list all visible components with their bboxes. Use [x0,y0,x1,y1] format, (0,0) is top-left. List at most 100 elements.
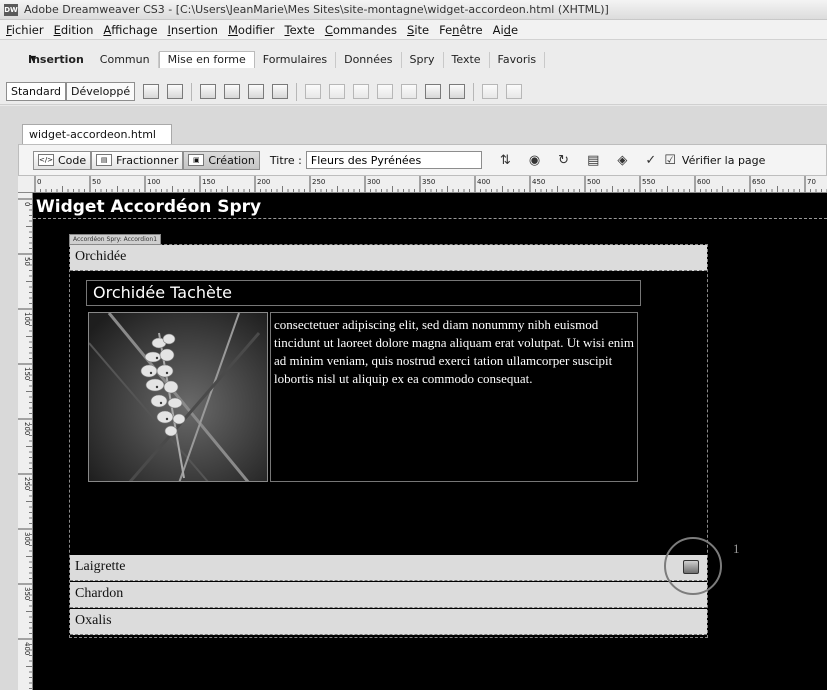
menu-mnemonic: M [227,22,238,37]
check-page-icon[interactable]: ☑ [664,153,676,168]
insert-tab[interactable]: Spry [402,52,444,68]
menu-text: ffichage [111,22,158,37]
split-view-button[interactable]: ▤ Fractionner [91,150,184,170]
split-icon: ▤ [96,154,113,166]
horizontal-ruler: 0 50 100 150 200 250 300 350 400 450 500 550 600 650 7… [18,176,827,193]
extended-mode-button[interactable]: Développé [66,82,136,101]
ruler-label: 250 [312,178,325,186]
menu-bar: Fichier Edition Affichage Insertion Modifier… [0,20,827,39]
insert-column-right-icon[interactable] [377,84,394,99]
menu-item[interactable]: Site [403,23,435,37]
page-heading[interactable]: Widget Accordéon Spry [36,197,261,217]
menu-item[interactable]: Affichage [99,23,163,37]
menu-text: ite [414,22,430,37]
menu-item[interactable]: Texte [280,23,320,37]
ruler-label: 550 [642,178,655,186]
ruler-label: 500 [587,178,600,186]
menu-item[interactable]: Fichier [2,23,50,37]
panel-heading[interactable]: Orchidée Tachète [86,280,641,306]
accordion-tab-orchidee[interactable]: Orchidée [70,245,707,271]
standard-view-icon[interactable] [482,84,499,99]
insert-column-left-icon[interactable] [353,84,370,99]
ruler-label: 300 [367,178,380,186]
menu-text: Fe [439,22,453,37]
vertical-ruler: 0 50 100 150 200 250 300 350 400 [18,193,33,690]
design-view-label: Création [208,153,255,167]
insert-tab[interactable]: Favoris [490,52,546,68]
horizontal-ruler-ticks: 0 50 100 150 200 250 300 350 400 450 500 550 600 650 7… [34,176,827,192]
window-title-bar: DW Adobe Dreamweaver CS3 - [C:\Users\Jea… [0,0,827,20]
ruler-label: 70 [807,178,816,186]
insert-panel-label: Insertion [28,53,84,66]
menu-item[interactable]: Commandes [321,23,403,37]
menu-text: ichier [11,22,44,37]
insert-row-below-icon[interactable] [329,84,346,99]
insert-tab[interactable]: Données [336,52,402,68]
panel-body-text[interactable]: consectetuer adipiscing elit, sed diam n… [274,316,636,388]
file-management-icon[interactable]: ⇅ [500,153,511,168]
frames-dropdown-icon[interactable] [449,84,466,99]
layout-table-icon[interactable] [167,84,184,99]
standard-mode-button[interactable]: Standard [6,82,67,101]
callout-circle [664,537,722,595]
view-options-icon[interactable]: ▤ [587,153,599,168]
draw-layer-icon[interactable] [272,84,289,99]
design-view-button[interactable]: ▣ Création [183,150,260,170]
frames-icon[interactable] [425,84,442,99]
block-outline [33,218,827,219]
insert-panel: ▼ Insertion Commun Mise en forme Formulair… [0,39,827,79]
document-toolbar: </> Code ▤ Fractionner ▣ Création Titre … [18,144,827,176]
menu-text: être [459,22,483,37]
visual-aids-icon[interactable]: ◈ [617,153,627,168]
menu-text: ommandes [332,22,398,37]
toolbar-separator [191,82,193,101]
insert-tab[interactable]: Texte [444,52,490,68]
insert-toolbar: Standard Développé [0,79,827,105]
ruler-label: 650 [752,178,765,186]
code-icon: </> [38,154,54,166]
split-view-label: Fractionner [116,153,179,167]
ruler-label: 350 [422,178,435,186]
preview-browser-icon[interactable]: ◉ [529,153,540,168]
layout-cell-icon[interactable] [248,84,265,99]
insert-tab[interactable]: Commun [92,52,159,68]
menu-item[interactable]: Edition [50,23,100,37]
menu-text: exte [289,22,315,37]
menu-item[interactable]: Aide [489,23,524,37]
merge-cells-icon[interactable] [401,84,418,99]
accordion-tab-oxalis[interactable]: Oxalis [70,609,707,635]
accordion-tab-laigrette[interactable]: Laigrette [70,555,707,581]
toolbar-separator [296,82,298,101]
document-tab[interactable]: widget-accordeon.html [22,124,172,144]
ruler-label: 600 [697,178,710,186]
ruler-label: 200 [257,178,270,186]
accordion-tab-chardon[interactable]: Chardon [70,582,707,608]
code-view-button[interactable]: </> Code [33,150,92,170]
refresh-icon[interactable]: ↻ [558,153,569,168]
window-title: Adobe Dreamweaver CS3 - [C:\Users\JeanMa… [24,3,609,16]
div-tag-icon[interactable] [200,84,217,99]
table-icon[interactable] [143,84,160,99]
check-page-label[interactable]: Vérifier la page [682,154,766,167]
orchid-image [89,313,267,481]
insert-panel-tabs: Insertion Commun Mise en forme Formulaires… [0,50,546,68]
design-icon: ▣ [188,154,205,166]
menu-item[interactable]: Insertion [163,23,224,37]
insert-tab[interactable]: Formulaires [255,52,337,68]
ruler-label: 450 [532,178,545,186]
ruler-label: 150 [202,178,215,186]
menu-item[interactable]: Modifier [224,23,281,37]
validate-markup-icon[interactable]: ✓ [645,153,656,168]
layer-icon[interactable] [224,84,241,99]
menu-text: dition [60,22,94,37]
ruler-label: 400 [477,178,490,186]
menu-mnemonic: d [503,22,511,37]
dreamweaver-app-icon: DW [4,3,18,16]
title-field-label: Titre : [269,153,302,167]
orchid-photo [88,312,268,482]
insert-tab[interactable]: Mise en forme [158,51,255,68]
page-title-input[interactable] [305,151,482,169]
insert-row-above-icon[interactable] [305,84,322,99]
layout-view-icon[interactable] [506,84,523,99]
menu-item[interactable]: Fenêtre [435,23,489,37]
